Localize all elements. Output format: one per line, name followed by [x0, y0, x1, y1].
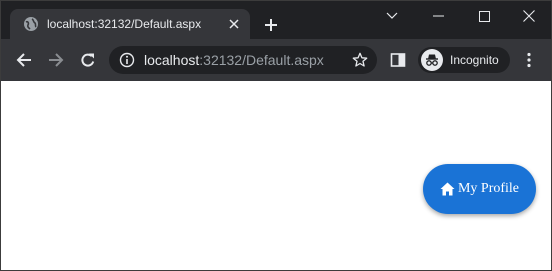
info-icon[interactable]	[119, 52, 135, 68]
url-host: localhost	[144, 52, 200, 68]
incognito-label: Incognito	[450, 53, 499, 67]
address-bar[interactable]: localhost:32132/Default.aspx	[109, 46, 377, 74]
arrow-left-icon[interactable]	[13, 49, 35, 71]
arrow-right-icon[interactable]	[45, 49, 67, 71]
url-path: :32132/Default.aspx	[199, 52, 324, 68]
kebab-menu-icon[interactable]	[521, 52, 537, 68]
my-profile-label: My Profile	[457, 181, 520, 196]
maximize-icon[interactable]	[461, 1, 507, 31]
reload-icon[interactable]	[77, 49, 99, 71]
browser-toolbar: localhost:32132/Default.aspx Incognito	[1, 39, 551, 81]
url-text[interactable]: localhost:32132/Default.aspx	[144, 53, 324, 68]
incognito-indicator[interactable]: Incognito	[418, 47, 510, 73]
browser-window: localhost:32132/Default.aspx localhost:3…	[0, 0, 552, 271]
plus-icon[interactable]	[261, 15, 281, 35]
home-icon	[440, 182, 455, 196]
chevron-down-icon[interactable]	[369, 1, 415, 31]
minimize-icon[interactable]	[415, 1, 461, 31]
globe-icon	[23, 16, 39, 32]
side-panel-icon[interactable]	[390, 52, 406, 68]
title-bar: localhost:32132/Default.aspx	[1, 1, 551, 39]
close-icon[interactable]	[226, 16, 242, 32]
star-icon[interactable]	[352, 52, 368, 68]
browser-tab[interactable]: localhost:32132/Default.aspx	[10, 9, 250, 39]
close-window-icon[interactable]	[506, 1, 552, 31]
incognito-icon	[421, 49, 443, 71]
tab-title: localhost:32132/Default.aspx	[47, 17, 202, 31]
my-profile-button[interactable]: My Profile	[423, 164, 536, 214]
page-content: My Profile	[1, 81, 551, 270]
